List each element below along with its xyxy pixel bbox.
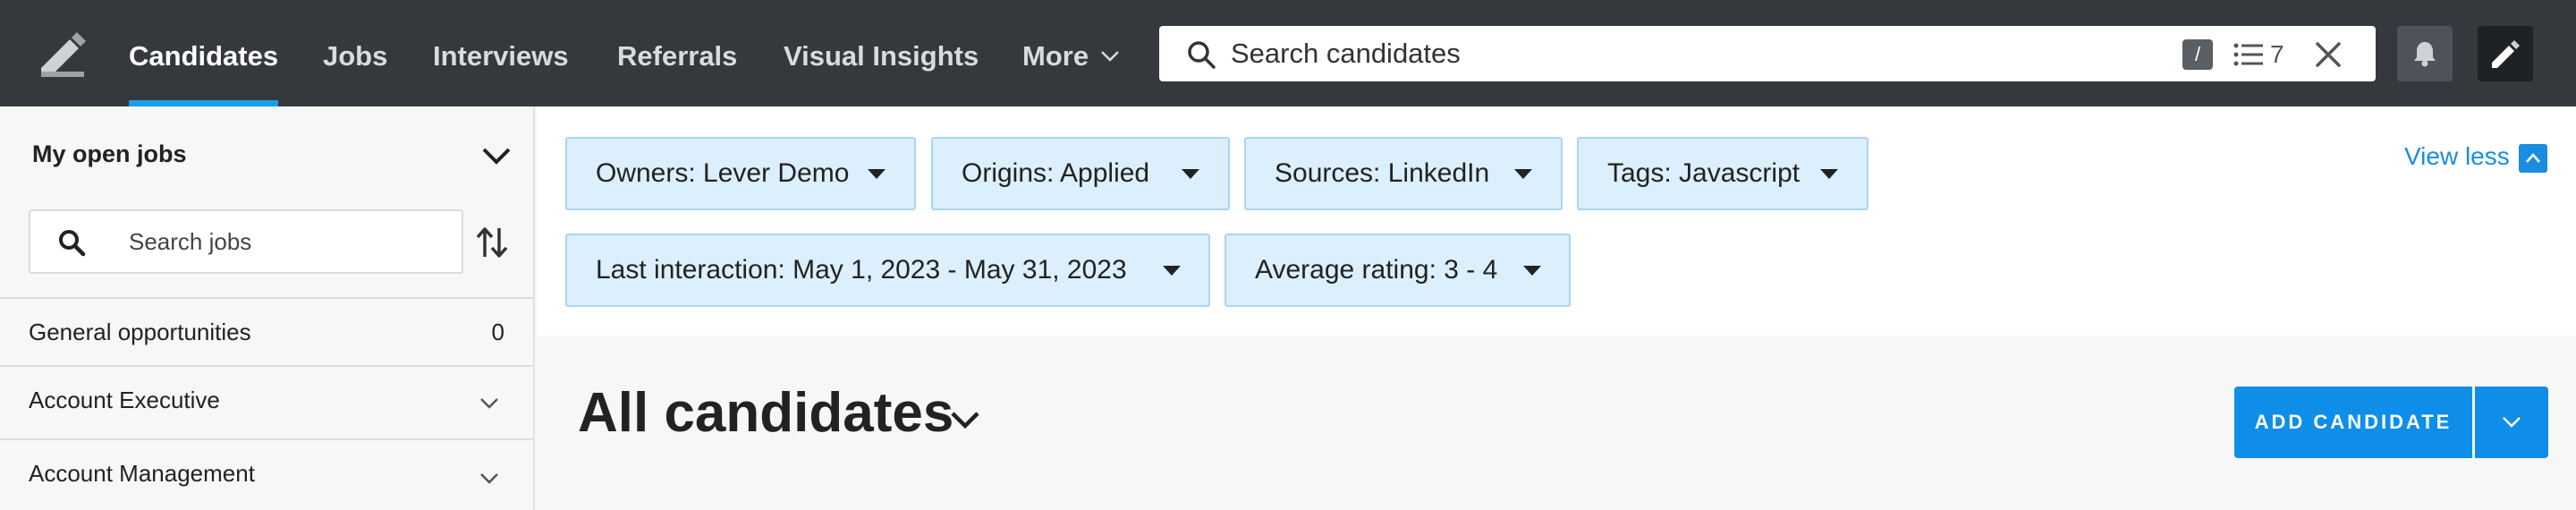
filter-chip-label: Tags: Javascript <box>1607 158 1801 188</box>
filter-chip-origins[interactable]: Origins: Applied <box>931 137 1230 210</box>
filter-chip-tags[interactable]: Tags: Javascript <box>1577 137 1868 210</box>
filter-chip-label: Origins: Applied <box>962 158 1150 188</box>
sidebar-item-account-executive[interactable]: Account Executive <box>0 365 533 438</box>
filter-chip-owners[interactable]: Owners: Lever Demo <box>565 137 916 210</box>
filter-chip-label: Sources: LinkedIn <box>1275 158 1490 188</box>
sidebar-item-label: Account Executive <box>29 387 220 413</box>
caret-down-icon <box>1514 169 1532 179</box>
filter-chip-label: Last interaction: May 1, 2023 - May 31, … <box>596 255 1127 285</box>
job-search-field <box>29 209 463 274</box>
caret-down-icon <box>1820 169 1838 179</box>
job-search-input[interactable] <box>129 211 451 272</box>
list-icon <box>2233 43 2263 66</box>
chevron-down-icon[interactable] <box>1100 50 1120 63</box>
search-icon <box>59 230 86 257</box>
sort-icon[interactable] <box>474 225 510 260</box>
filter-count: 7 <box>2270 40 2284 68</box>
candidate-search-bar: / 7 <box>1159 26 2376 81</box>
caret-down-icon <box>1523 266 1541 276</box>
caret-down-icon <box>868 169 886 179</box>
chevron-down-icon <box>2503 417 2521 428</box>
filter-chip-label: Owners: Lever Demo <box>596 158 850 188</box>
profile-icon <box>2492 40 2520 68</box>
keyboard-shortcut-badge: / <box>2182 39 2213 70</box>
caret-down-icon <box>1163 266 1181 276</box>
jobs-sidebar: My open jobs General opportunities 0 Acc… <box>0 106 535 510</box>
view-less-link[interactable]: View less <box>2404 142 2510 171</box>
sidebar-item-count: 0 <box>491 319 504 345</box>
search-icon <box>1188 41 1216 69</box>
lever-logo-icon[interactable] <box>36 27 89 81</box>
profile-button[interactable] <box>2478 26 2533 81</box>
nav-jobs[interactable]: Jobs <box>323 0 387 106</box>
nav-visual-insights[interactable]: Visual Insights <box>784 0 979 106</box>
close-icon[interactable] <box>2313 39 2343 70</box>
sidebar-item-general-opportunities[interactable]: General opportunities 0 <box>0 297 533 365</box>
notifications-button[interactable] <box>2397 26 2453 81</box>
filter-chip-average-rating[interactable]: Average rating: 3 - 4 <box>1224 234 1571 307</box>
filter-panel: Owners: Lever Demo Origins: Applied Sour… <box>537 106 2576 336</box>
chevron-down-icon[interactable] <box>481 146 512 166</box>
candidate-search-input[interactable] <box>1231 26 2161 81</box>
nav-more[interactable]: More <box>1022 0 1089 106</box>
chevron-down-icon <box>480 473 498 484</box>
caret-down-icon <box>1182 169 1199 179</box>
filter-chip-sources[interactable]: Sources: LinkedIn <box>1244 137 1563 210</box>
chevron-up-icon[interactable] <box>2519 144 2547 173</box>
add-candidate-button[interactable]: ADD CANDIDATE <box>2234 387 2472 458</box>
page-title[interactable]: All candidates <box>578 381 953 445</box>
filter-chip-last-interaction[interactable]: Last interaction: May 1, 2023 - May 31, … <box>565 234 1210 307</box>
sidebar-item-label: Account Management <box>29 460 255 487</box>
nav-interviews[interactable]: Interviews <box>433 0 569 106</box>
top-nav: Candidates Jobs Interviews Referrals Vis… <box>0 0 2576 106</box>
chevron-down-icon <box>480 398 498 409</box>
add-candidate-dropdown[interactable] <box>2475 387 2548 458</box>
nav-referrals[interactable]: Referrals <box>617 0 737 106</box>
sidebar-item-label: General opportunities <box>29 319 251 345</box>
bell-icon <box>2414 42 2436 67</box>
sidebar-item-account-management[interactable]: Account Management <box>0 438 533 510</box>
nav-candidates[interactable]: Candidates <box>129 0 279 106</box>
sidebar-title: My open jobs <box>32 140 187 167</box>
filter-chip-label: Average rating: 3 - 4 <box>1255 255 1498 285</box>
chevron-down-icon[interactable] <box>950 410 980 429</box>
